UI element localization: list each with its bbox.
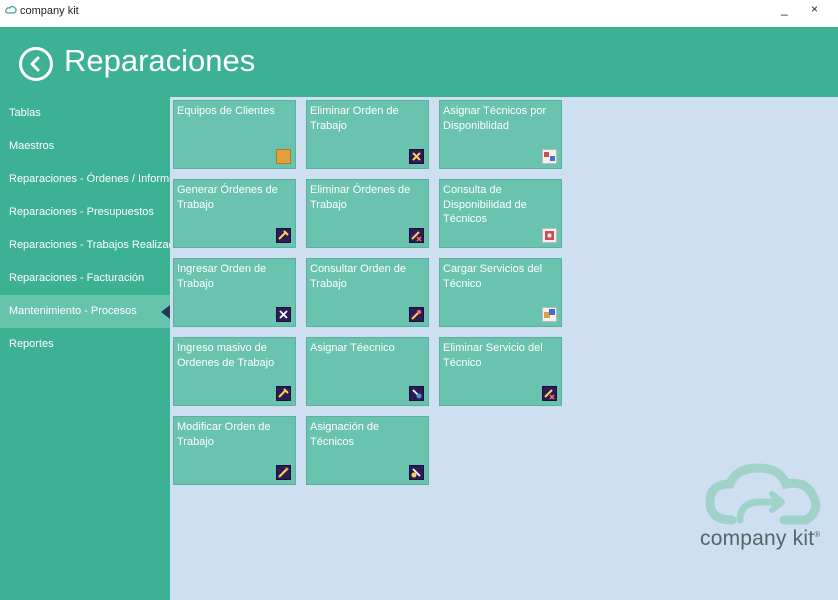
sidebar-item-presupuestos[interactable]: Reparaciones - Presupuestos bbox=[0, 196, 170, 229]
sidebar-item-label: Reparaciones - Órdenes / Informe bbox=[9, 173, 176, 185]
back-button[interactable] bbox=[19, 47, 53, 81]
tile-eliminar-servicio[interactable]: Eliminar Servicio del Técnico bbox=[439, 337, 562, 406]
tile-label: Eliminar Orden de Trabajo bbox=[310, 105, 399, 132]
window-titlebar: company kit _ × bbox=[0, 0, 838, 23]
chevron-left-icon bbox=[30, 56, 40, 72]
tile-label: Equipos de Clientes bbox=[177, 105, 275, 117]
bulk-entry-icon bbox=[276, 386, 291, 401]
sidebar-item-label: Maestros bbox=[9, 140, 55, 152]
tile-eliminar-ordenes[interactable]: Eliminar Órdenes de Trabajo bbox=[306, 179, 429, 248]
company-kit-logo-text: company kit® bbox=[700, 527, 820, 551]
logo-wordmark: company kit bbox=[700, 527, 815, 550]
sidebar: Tablas Maestros Reparaciones - Órdenes /… bbox=[0, 97, 186, 600]
tile-label: Ingresar Orden de Trabajo bbox=[177, 263, 267, 290]
tile-asignacion-tecnicos[interactable]: Asignación de Técnicos bbox=[306, 416, 429, 485]
delete-order-icon bbox=[409, 149, 424, 164]
window-title: company kit bbox=[20, 5, 79, 17]
tile-cargar-servicios[interactable]: Cargar Servicios del Técnico bbox=[439, 258, 562, 327]
tile-consultar-orden[interactable]: Consultar Orden de Trabajo bbox=[306, 258, 429, 327]
tile-ingreso-masivo[interactable]: Ingreso masivo de Ordenes de Trabajo bbox=[173, 337, 296, 406]
modify-order-icon bbox=[276, 465, 291, 480]
tile-consulta-disponibilidad[interactable]: Consulta de Disponibilidad de Técnicos bbox=[439, 179, 562, 248]
tile-generar-ordenes[interactable]: Generar Órdenes de Trabajo bbox=[173, 179, 296, 248]
tile-asignar-tecnico[interactable]: Asignar Téecnico bbox=[306, 337, 429, 406]
delete-service-icon bbox=[542, 386, 557, 401]
sidebar-item-mantenimiento-procesos[interactable]: Mantenimiento - Procesos bbox=[0, 295, 170, 328]
registered-mark: ® bbox=[814, 530, 821, 539]
tile-modificar-orden[interactable]: Modificar Orden de Trabajo bbox=[173, 416, 296, 485]
sidebar-item-label: Tablas bbox=[9, 107, 41, 119]
tile-label: Eliminar Órdenes de Trabajo bbox=[310, 184, 411, 211]
technician-assignment-icon bbox=[409, 465, 424, 480]
tile-label: Generar Órdenes de Trabajo bbox=[177, 184, 278, 211]
sidebar-item-reportes[interactable]: Reportes bbox=[0, 328, 170, 361]
tile-label: Cargar Servicios del Técnico bbox=[443, 263, 543, 290]
sidebar-item-label: Reportes bbox=[9, 338, 54, 350]
tile-label: Consultar Orden de Trabajo bbox=[310, 263, 406, 290]
equipment-icon bbox=[276, 149, 291, 164]
window-controls[interactable]: _ × bbox=[781, 2, 828, 16]
sidebar-item-label: Reparaciones - Trabajos Realizados bbox=[9, 239, 187, 251]
tile-eliminar-orden[interactable]: Eliminar Orden de Trabajo bbox=[306, 100, 429, 169]
sidebar-item-maestros[interactable]: Maestros bbox=[0, 130, 170, 163]
tile-label: Asignar Técnicos por Disponiblidad bbox=[443, 105, 547, 132]
sidebar-item-facturacion[interactable]: Reparaciones - Facturación bbox=[0, 262, 170, 295]
delete-orders-icon bbox=[409, 228, 424, 243]
app-cloud-icon bbox=[5, 5, 17, 14]
tile-label: Asignación de Técnicos bbox=[310, 421, 380, 448]
sidebar-item-label: Reparaciones - Presupuestos bbox=[9, 206, 154, 218]
query-order-icon bbox=[409, 307, 424, 322]
tile-ingresar-orden[interactable]: Ingresar Orden de Trabajo bbox=[173, 258, 296, 327]
generate-orders-icon bbox=[276, 228, 291, 243]
tile-label: Modificar Orden de Trabajo bbox=[177, 421, 271, 448]
assign-technicians-icon bbox=[542, 149, 557, 164]
tile-label: Ingreso masivo de Ordenes de Trabajo bbox=[177, 342, 275, 369]
load-services-icon bbox=[542, 307, 557, 322]
page-title: Reparaciones bbox=[64, 43, 256, 78]
tile-asignar-tecnicos-disponibilidad[interactable]: Asignar Técnicos por Disponiblidad bbox=[439, 100, 562, 169]
tile-label: Eliminar Servicio del Técnico bbox=[443, 342, 543, 369]
enter-order-icon bbox=[276, 307, 291, 322]
sidebar-item-trabajos-realizados[interactable]: Reparaciones - Trabajos Realizados bbox=[0, 229, 186, 262]
sidebar-item-tablas[interactable]: Tablas bbox=[0, 97, 170, 130]
availability-icon bbox=[542, 228, 557, 243]
tile-equipos-de-clientes[interactable]: Equipos de Clientes bbox=[173, 100, 296, 169]
sidebar-item-label: Reparaciones - Facturación bbox=[9, 272, 145, 284]
tile-label: Asignar Téecnico bbox=[310, 342, 395, 354]
sidebar-item-ordenes-informe[interactable]: Reparaciones - Órdenes / Informe bbox=[0, 163, 175, 196]
sidebar-item-label: Mantenimiento - Procesos bbox=[9, 305, 137, 317]
tile-label: Consulta de Disponibilidad de Técnicos bbox=[443, 184, 527, 225]
assign-technician-icon bbox=[409, 386, 424, 401]
